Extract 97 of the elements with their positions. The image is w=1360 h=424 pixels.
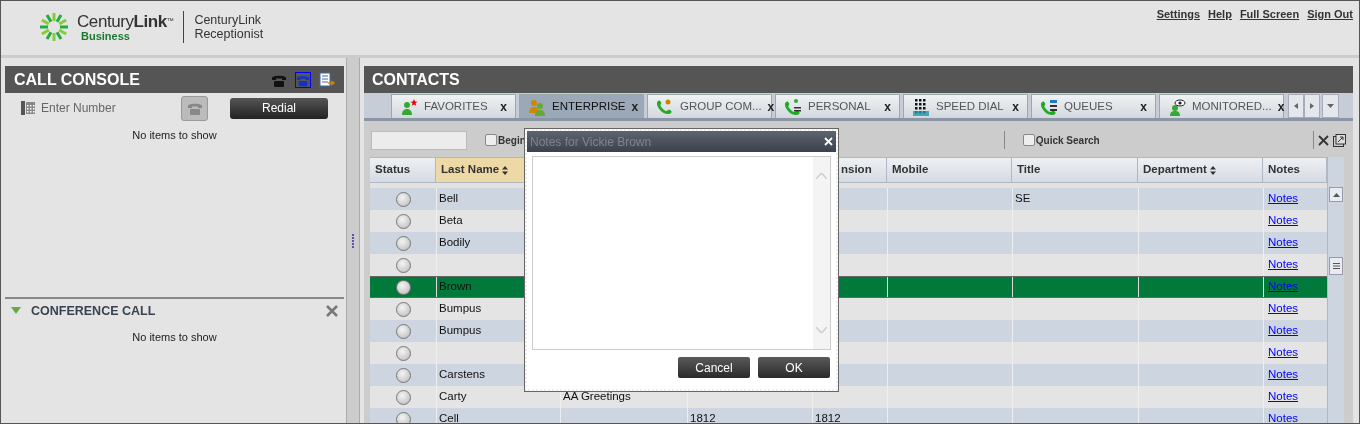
- up-arrow-icon[interactable]: [1332, 192, 1340, 197]
- notes-link[interactable]: Notes: [1268, 388, 1299, 406]
- status-indicator: [395, 389, 411, 405]
- table-cell-text: Bumpus: [439, 323, 482, 339]
- status-indicator: [395, 191, 411, 207]
- contact-row[interactable]: Cell 1812 1812 Notes: [370, 408, 1327, 423]
- brand-name: CenturyLink$^{™}$: [77, 12, 174, 30]
- notes-link[interactable]: Notes: [1268, 410, 1299, 423]
- table-cell-text: Bumpus: [439, 301, 482, 317]
- people-icon: [528, 97, 546, 116]
- empty-message: No items to show: [132, 330, 217, 345]
- contacts-tab[interactable]: ENTERPRISE x: [519, 94, 644, 118]
- scroll-right-button[interactable]: [1304, 94, 1320, 118]
- contact-row[interactable]: Carty AA Greetings Notes: [370, 386, 1327, 408]
- notes-link[interactable]: Notes: [1268, 300, 1299, 318]
- tab-close-button[interactable]: x: [1277, 97, 1285, 116]
- table-cell-text: Bell: [439, 191, 459, 207]
- contacts-tab[interactable]: PERSONAL x: [775, 94, 900, 118]
- splitter-handle-icon[interactable]: [352, 233, 354, 248]
- eye-person-icon: [1168, 97, 1186, 116]
- sunburst-logo-icon: [39, 12, 69, 42]
- product-name-line: Receptionist: [194, 27, 264, 41]
- tab-close-button[interactable]: x: [1012, 97, 1019, 116]
- status-indicator: [395, 257, 411, 273]
- grip-icon[interactable]: [1332, 263, 1340, 269]
- table-cell-text: Brown: [439, 279, 472, 295]
- search-field[interactable]: [371, 130, 467, 150]
- left-arrow-icon: [1294, 103, 1298, 109]
- notes-link[interactable]: Notes: [1268, 344, 1299, 362]
- close-icon[interactable]: [1318, 134, 1329, 146]
- table-cell-text: 1812: [690, 411, 716, 423]
- scroll-left-button[interactable]: [1288, 94, 1304, 118]
- status-indicator: [395, 345, 411, 361]
- person-star-icon: [400, 97, 418, 116]
- contacts-tab[interactable]: GROUP COM... x: [647, 94, 772, 118]
- phone-person-icon: [784, 97, 802, 116]
- number-input-field[interactable]: Enter Number: [41, 99, 171, 117]
- section-title: CONFERENCE CALL: [31, 302, 156, 320]
- status-indicator: [395, 323, 411, 339]
- column-header[interactable]: Mobile: [887, 158, 1012, 182]
- tab-close-button[interactable]: x: [767, 97, 775, 116]
- tab-close-button[interactable]: x: [1140, 97, 1147, 116]
- table-cell-text: Bodily: [439, 235, 471, 251]
- caret-icon: [1327, 104, 1334, 108]
- panel-title: CALL CONSOLE: [14, 69, 140, 90]
- notes-link[interactable]: Notes: [1268, 256, 1299, 274]
- phone-list-icon: [1040, 97, 1058, 116]
- table-cell-text: Carstens: [439, 367, 486, 383]
- table-cell-text: SE: [1015, 191, 1031, 207]
- brand-tagline: Business: [81, 30, 130, 42]
- notes-link[interactable]: Notes: [1268, 190, 1299, 208]
- header-link[interactable]: Sign Out: [1307, 6, 1353, 23]
- redial-button[interactable]: Redial: [230, 97, 328, 119]
- table-cell-text: Beta: [439, 213, 463, 229]
- contacts-tab[interactable]: SPEED DIAL x: [903, 94, 1028, 118]
- table-cell-text: AA Greetings: [563, 389, 631, 405]
- transfer-list-icon: [319, 71, 335, 88]
- header-link[interactable]: Settings: [1156, 6, 1201, 23]
- table-cell-text: 1812: [815, 411, 841, 423]
- contacts-tab[interactable]: MONITORED... x: [1159, 94, 1284, 118]
- scrollbar[interactable]: [1327, 157, 1344, 423]
- panel-title: CONTACTS: [372, 69, 460, 90]
- header-link[interactable]: Full Screen: [1239, 6, 1300, 23]
- keypad-icon: [912, 97, 930, 116]
- tab-close-button[interactable]: x: [631, 97, 639, 116]
- dialog-button[interactable]: Cancel: [678, 357, 750, 378]
- collapse-triangle-icon[interactable]: [11, 307, 21, 315]
- status-indicator: [395, 235, 411, 251]
- table-cell-text: Cell: [439, 411, 459, 423]
- column-header[interactable]: Department: [1138, 158, 1263, 182]
- status-indicator: [395, 279, 411, 295]
- notes-link[interactable]: Notes: [1268, 322, 1299, 340]
- right-arrow-icon: [1310, 103, 1314, 109]
- keypad-phone-icon: [21, 101, 35, 115]
- notes-link[interactable]: Notes: [1268, 212, 1299, 230]
- contacts-tab[interactable]: QUEUES x: [1031, 94, 1156, 118]
- notes-link[interactable]: Notes: [1268, 366, 1299, 384]
- tab-close-button[interactable]: x: [500, 97, 507, 116]
- quick-search-checkbox[interactable]: Quick Search: [1022, 132, 1100, 148]
- tab-menu-button[interactable]: [1322, 94, 1339, 118]
- popout-icon[interactable]: [1333, 133, 1346, 147]
- status-indicator: [395, 301, 411, 317]
- dial-button[interactable]: [181, 95, 208, 121]
- product-name-line: CenturyLink: [194, 13, 263, 27]
- sort-arrows-icon: [1209, 165, 1216, 175]
- tab-close-button[interactable]: x: [884, 97, 891, 116]
- sort-arrows-icon: [502, 165, 509, 175]
- column-header[interactable]: Title: [1012, 158, 1138, 182]
- status-indicator: [395, 213, 411, 229]
- table-cell-text: Carty: [439, 389, 467, 405]
- notes-link[interactable]: Notes: [1268, 234, 1299, 252]
- contacts-tab[interactable]: FAVORITES x: [391, 94, 516, 118]
- empty-message: No items to show: [132, 128, 217, 143]
- dialog-button[interactable]: OK: [758, 357, 830, 378]
- status-indicator: [395, 367, 411, 383]
- status-indicator: [395, 411, 411, 423]
- header-link[interactable]: Help: [1208, 6, 1232, 23]
